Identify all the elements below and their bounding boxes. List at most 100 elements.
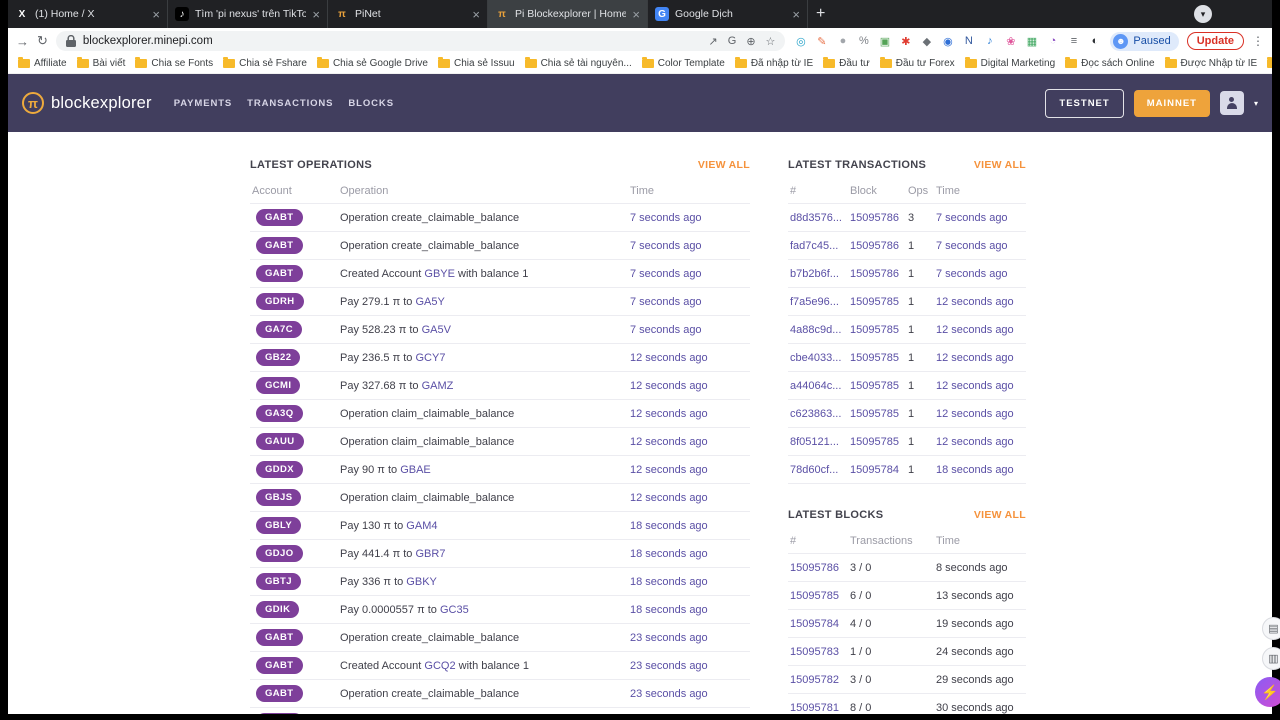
operation-time[interactable]: 12 seconds ago xyxy=(630,464,752,476)
extension-icon-1[interactable]: ◎ xyxy=(793,35,808,48)
extension-icon-4[interactable]: % xyxy=(856,35,871,47)
chevron-down-icon[interactable]: ▾ xyxy=(1254,99,1258,108)
block-link[interactable]: 15095785 xyxy=(850,296,908,308)
tab-search-button[interactable]: ▾ xyxy=(1194,5,1212,23)
bookmark-item[interactable]: Đã nhập từ IE xyxy=(734,57,813,69)
operation-time[interactable]: 23 seconds ago xyxy=(630,632,752,644)
block-link[interactable]: 15095786 xyxy=(850,212,908,224)
transaction-time[interactable]: 7 seconds ago xyxy=(936,212,1028,224)
nav-payments[interactable]: PAYMENTS xyxy=(174,98,232,109)
operation-time[interactable]: 12 seconds ago xyxy=(630,408,752,420)
operation-time[interactable]: 12 seconds ago xyxy=(630,352,752,364)
testnet-button[interactable]: TESTNET xyxy=(1045,88,1124,118)
account-badge[interactable]: GABT xyxy=(256,685,303,702)
operation-time[interactable]: 12 seconds ago xyxy=(630,380,752,392)
account-link[interactable]: GAMZ xyxy=(422,380,454,392)
browser-menu-icon[interactable]: ⋮ xyxy=(1252,34,1264,48)
account-badge[interactable]: GCMI xyxy=(256,377,301,394)
account-badge[interactable]: GAUU xyxy=(256,433,304,450)
account-badge[interactable]: GABT xyxy=(256,657,303,674)
transaction-hash-link[interactable]: 8f05121... xyxy=(790,436,850,448)
account-badge[interactable]: GABT xyxy=(256,209,303,226)
transaction-hash-link[interactable]: b7b2b6f... xyxy=(790,268,850,280)
block-link[interactable]: 15095785 xyxy=(850,324,908,336)
extension-icon-6[interactable]: ✱ xyxy=(898,35,913,48)
transaction-hash-link[interactable]: c623863... xyxy=(790,408,850,420)
chrome-update-button[interactable]: Update xyxy=(1186,32,1244,50)
bookmark-item[interactable]: Đầu tư xyxy=(823,57,870,69)
extension-icon-2[interactable]: ✎ xyxy=(814,35,829,48)
account-badge[interactable]: GABT xyxy=(256,713,303,714)
transaction-time[interactable]: 12 seconds ago xyxy=(936,324,1028,336)
nav-transactions[interactable]: TRANSACTIONS xyxy=(247,98,333,109)
block-link[interactable]: 15095785 xyxy=(850,436,908,448)
account-badge[interactable]: GDJO xyxy=(256,545,303,562)
forward-icon[interactable]: → xyxy=(16,34,29,49)
account-link[interactable]: GCQ2 xyxy=(424,660,455,672)
operation-time[interactable]: 12 seconds ago xyxy=(630,492,752,504)
tab-close-icon[interactable]: × xyxy=(792,7,800,22)
tab-close-icon[interactable]: × xyxy=(312,7,320,22)
operation-time[interactable]: 7 seconds ago xyxy=(630,240,752,252)
bookmark-item[interactable]: Được Nhập từ IE xyxy=(1164,57,1257,69)
transaction-time[interactable]: 12 seconds ago xyxy=(936,380,1028,392)
bookmark-item[interactable]: Affiliate xyxy=(18,57,67,69)
extension-icon-8[interactable]: ◉ xyxy=(940,35,955,48)
account-badge[interactable]: GABT xyxy=(256,237,303,254)
mainnet-button[interactable]: MAINNET xyxy=(1133,89,1210,117)
block-link[interactable]: 15095784 xyxy=(850,464,908,476)
block-link[interactable]: 15095784 xyxy=(790,618,850,630)
transaction-hash-link[interactable]: 78d60cf... xyxy=(790,464,850,476)
nav-blocks[interactable]: BLOCKS xyxy=(348,98,394,109)
bookmark-item[interactable]: Đầu tư Forex xyxy=(879,57,955,69)
account-badge[interactable]: GABT xyxy=(256,629,303,646)
transaction-time[interactable]: 7 seconds ago xyxy=(936,268,1028,280)
account-badge[interactable]: GBJS xyxy=(256,489,302,506)
site-brand[interactable]: blockexplorer xyxy=(51,94,152,113)
operation-time[interactable]: 12 seconds ago xyxy=(630,436,752,448)
transaction-time[interactable]: 18 seconds ago xyxy=(936,464,1028,476)
extension-icon-15[interactable]: ◐ xyxy=(1087,35,1102,47)
bookmark-item[interactable]: Chia sẻ Fshare xyxy=(223,57,307,69)
extension-icon-13[interactable]: ◔ xyxy=(1045,35,1060,47)
account-badge[interactable]: GBLY xyxy=(256,517,302,534)
widget-button-2[interactable]: ▥ xyxy=(1262,647,1280,670)
block-link[interactable]: 15095785 xyxy=(850,380,908,392)
operation-time[interactable]: 23 seconds ago xyxy=(630,688,752,700)
bookmark-item[interactable]: Chia sẻ Google Drive xyxy=(316,57,428,69)
browser-tab[interactable]: G Google Dịch × xyxy=(648,0,808,28)
browser-tab[interactable]: X (1) Home / X × xyxy=(8,0,168,28)
account-badge[interactable]: GDDX xyxy=(256,461,304,478)
account-link[interactable]: GBAE xyxy=(400,464,431,476)
browser-tab[interactable]: π Pi Blockexplorer | Home × xyxy=(488,0,648,28)
transaction-time[interactable]: 12 seconds ago xyxy=(936,352,1028,364)
extension-icon-5[interactable]: ▣ xyxy=(877,35,892,48)
extension-icon-11[interactable]: ❀ xyxy=(1003,35,1018,48)
account-badge[interactable]: GDIK xyxy=(256,601,300,618)
account-badge[interactable]: GB22 xyxy=(256,349,301,366)
install-icon[interactable]: ⊕ xyxy=(746,35,755,48)
bookmark-item[interactable]: Digital Marketing xyxy=(964,57,1055,69)
address-bar[interactable]: blockexplorer.minepi.com ↗ G ⊕ ☆ xyxy=(55,31,786,51)
share-icon[interactable]: ↗ xyxy=(709,35,718,48)
operations-view-all-link[interactable]: VIEW ALL xyxy=(698,159,750,171)
bookmark-item[interactable]: Chia sẻ Issuu xyxy=(437,57,515,69)
account-link[interactable]: GBYE xyxy=(424,268,455,280)
transaction-hash-link[interactable]: f7a5e96... xyxy=(790,296,850,308)
block-link[interactable]: 15095781 xyxy=(790,702,850,714)
operation-time[interactable]: 7 seconds ago xyxy=(630,268,752,280)
browser-tab[interactable]: ♪ Tìm 'pi nexus' trên TikTok | Tìm i... × xyxy=(168,0,328,28)
tab-close-icon[interactable]: × xyxy=(152,7,160,22)
bookmark-item[interactable]: Chia se Fonts xyxy=(135,57,213,69)
messenger-chat-button[interactable]: ⚡ xyxy=(1255,677,1280,707)
widget-button-1[interactable]: ▤ xyxy=(1262,617,1280,640)
transactions-view-all-link[interactable]: VIEW ALL xyxy=(974,159,1026,171)
transaction-time[interactable]: 12 seconds ago xyxy=(936,436,1028,448)
operation-time[interactable]: 7 seconds ago xyxy=(630,212,752,224)
operation-time[interactable]: 18 seconds ago xyxy=(630,576,752,588)
account-link[interactable]: GAM4 xyxy=(406,520,437,532)
block-link[interactable]: 15095785 xyxy=(850,352,908,364)
user-avatar[interactable] xyxy=(1219,91,1244,115)
operation-time[interactable]: 18 seconds ago xyxy=(630,604,752,616)
extension-icon-7[interactable]: ◆ xyxy=(919,35,934,48)
